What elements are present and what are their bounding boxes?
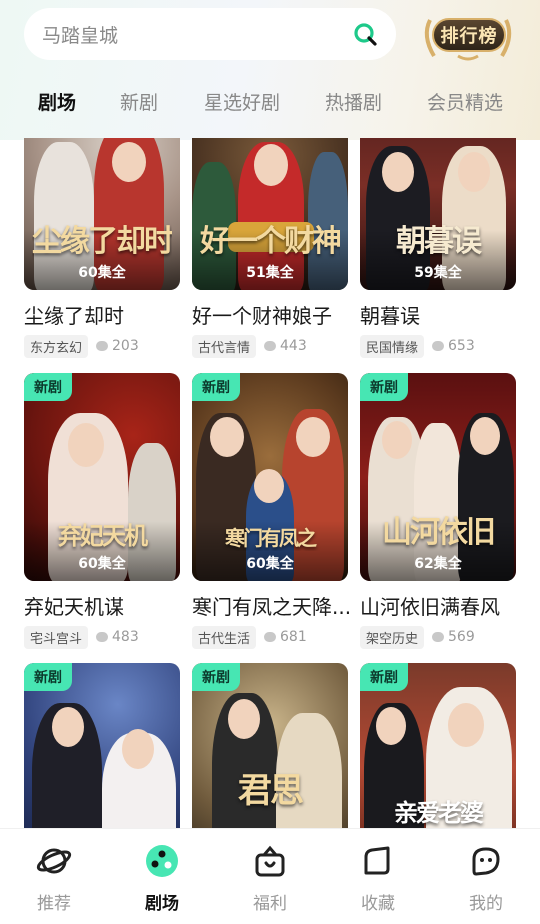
episode-count: 60集全: [78, 556, 126, 572]
comment-icon: [432, 632, 445, 642]
episode-count: 60集全: [246, 556, 294, 572]
poster-image[interactable]: 好一个财神娘子 51集全: [192, 138, 348, 290]
poster-title: 朝暮误: [396, 224, 482, 259]
drama-title[interactable]: 朝暮误: [360, 300, 520, 329]
bottom-nav: 推荐 剧场 福利 收藏 我的: [0, 828, 540, 924]
drama-card[interactable]: 好一个财神娘子 51集全 好一个财神娘子 古代言情 443: [192, 138, 348, 358]
comment-icon: [432, 341, 445, 351]
drama-card[interactable]: 君思 新剧: [192, 663, 348, 828]
ranking-button[interactable]: 排行榜: [418, 6, 518, 62]
nav-profile[interactable]: 我的: [432, 829, 540, 924]
drama-card[interactable]: 尘缘了却时 60集全 尘缘了却时 东方玄幻 203: [24, 138, 180, 358]
genre-tag[interactable]: 古代生活: [192, 625, 257, 649]
nav-recommend[interactable]: 推荐: [0, 829, 108, 924]
nav-recommend-label: 推荐: [37, 894, 71, 914]
drama-title[interactable]: 尘缘了却时: [24, 300, 184, 329]
tab-vip[interactable]: 会员精选: [427, 88, 503, 115]
profile-icon: [472, 847, 500, 876]
poster-image[interactable]: 寒门有凤之 60集全 新剧: [192, 373, 348, 581]
genre-tag[interactable]: 东方玄幻: [24, 334, 89, 358]
genre-tag[interactable]: 宅斗宫斗: [24, 625, 89, 649]
comment-icon: [264, 632, 277, 642]
drama-card[interactable]: 弃妃天机 60集全 新剧 弃妃天机谋 宅斗宫斗 483: [24, 373, 180, 649]
poster-title: 亲爱老婆: [394, 798, 484, 827]
poster-image[interactable]: 弃妃天机 60集全 新剧: [24, 373, 180, 581]
drama-title[interactable]: 寒门有凤之天降...: [192, 591, 352, 620]
poster-title: 弃妃天机: [58, 521, 148, 550]
poster-title: 山河依旧: [382, 515, 496, 550]
episode-count: 59集全: [414, 265, 462, 281]
search-input[interactable]: 马踏皇城: [42, 21, 352, 48]
genre-tag[interactable]: 架空历史: [360, 625, 425, 649]
poster-title: 寒门有凤之: [225, 526, 317, 550]
nav-benefits-label: 福利: [253, 894, 287, 914]
ranking-label: 排行榜: [432, 18, 506, 52]
gift-icon: [255, 845, 285, 877]
drama-title[interactable]: 好一个财神娘子: [192, 300, 352, 329]
episode-count: 51集全: [246, 265, 294, 281]
tab-hot[interactable]: 热播剧: [325, 88, 382, 115]
comment-count: 569: [448, 629, 475, 645]
drama-card[interactable]: 朝暮误 59集全 朝暮误 民国情缘 653: [360, 138, 516, 358]
comment-icon: [96, 632, 109, 642]
drama-title[interactable]: 弃妃天机谋: [24, 591, 184, 620]
poster-image[interactable]: 亲爱老婆 新剧: [360, 663, 516, 828]
nav-benefits[interactable]: 福利: [216, 829, 324, 924]
category-tabs: 剧场 新剧 星选好剧 热播剧 会员精选: [0, 76, 540, 124]
new-badge: 新剧: [360, 373, 408, 401]
poster-image[interactable]: 新剧: [24, 663, 180, 828]
comment-count: 443: [280, 338, 307, 354]
episode-count: 60集全: [78, 265, 126, 281]
poster-image[interactable]: 朝暮误 59集全: [360, 138, 516, 290]
drama-title[interactable]: 山河依旧满春风: [360, 591, 520, 620]
drama-grid: 尘缘了却时 60集全 尘缘了却时 东方玄幻 203 好一个财神娘子 51集全 好…: [0, 138, 540, 828]
planet-icon: [36, 848, 72, 874]
nav-theater[interactable]: 剧场: [108, 829, 216, 924]
poster-title: 尘缘了却时: [32, 224, 172, 259]
comment-count: 483: [112, 629, 139, 645]
comment-icon: [264, 341, 277, 351]
new-badge: 新剧: [192, 373, 240, 401]
drama-card[interactable]: 山河依旧 62集全 新剧 山河依旧满春风 架空历史 569: [360, 373, 516, 649]
nav-profile-label: 我的: [469, 894, 503, 914]
poster-image[interactable]: 尘缘了却时 60集全: [24, 138, 180, 290]
bookmark-icon: [364, 846, 390, 875]
new-badge: 新剧: [24, 373, 72, 401]
poster-image[interactable]: 君思 新剧: [192, 663, 348, 828]
poster-title: 君思: [238, 771, 304, 811]
tab-new[interactable]: 新剧: [120, 88, 158, 115]
genre-tag[interactable]: 民国情缘: [360, 334, 425, 358]
nav-theater-label: 剧场: [145, 894, 179, 914]
drama-card[interactable]: 寒门有凤之 60集全 新剧 寒门有凤之天降... 古代生活 681: [192, 373, 351, 649]
search-icon[interactable]: [352, 21, 378, 47]
tab-theater[interactable]: 剧场: [38, 88, 76, 115]
comment-icon: [96, 341, 109, 351]
drama-card[interactable]: 亲爱老婆 新剧: [360, 663, 516, 828]
comment-count: 653: [448, 338, 475, 354]
film-reel-icon: [146, 845, 178, 877]
new-badge: 新剧: [24, 663, 72, 691]
new-badge: 新剧: [360, 663, 408, 691]
new-badge: 新剧: [192, 663, 240, 691]
search-bar[interactable]: 马踏皇城: [24, 8, 396, 60]
comment-count: 681: [280, 629, 307, 645]
comment-count: 203: [112, 338, 139, 354]
poster-title: 好一个财神娘子: [200, 224, 340, 259]
genre-tag[interactable]: 古代言情: [192, 334, 257, 358]
nav-favorites-label: 收藏: [361, 894, 395, 914]
poster-image[interactable]: 山河依旧 62集全 新剧: [360, 373, 516, 581]
nav-favorites[interactable]: 收藏: [324, 829, 432, 924]
episode-count: 62集全: [414, 556, 462, 572]
drama-card[interactable]: 新剧: [24, 663, 180, 828]
tab-featured[interactable]: 星选好剧: [204, 88, 280, 115]
